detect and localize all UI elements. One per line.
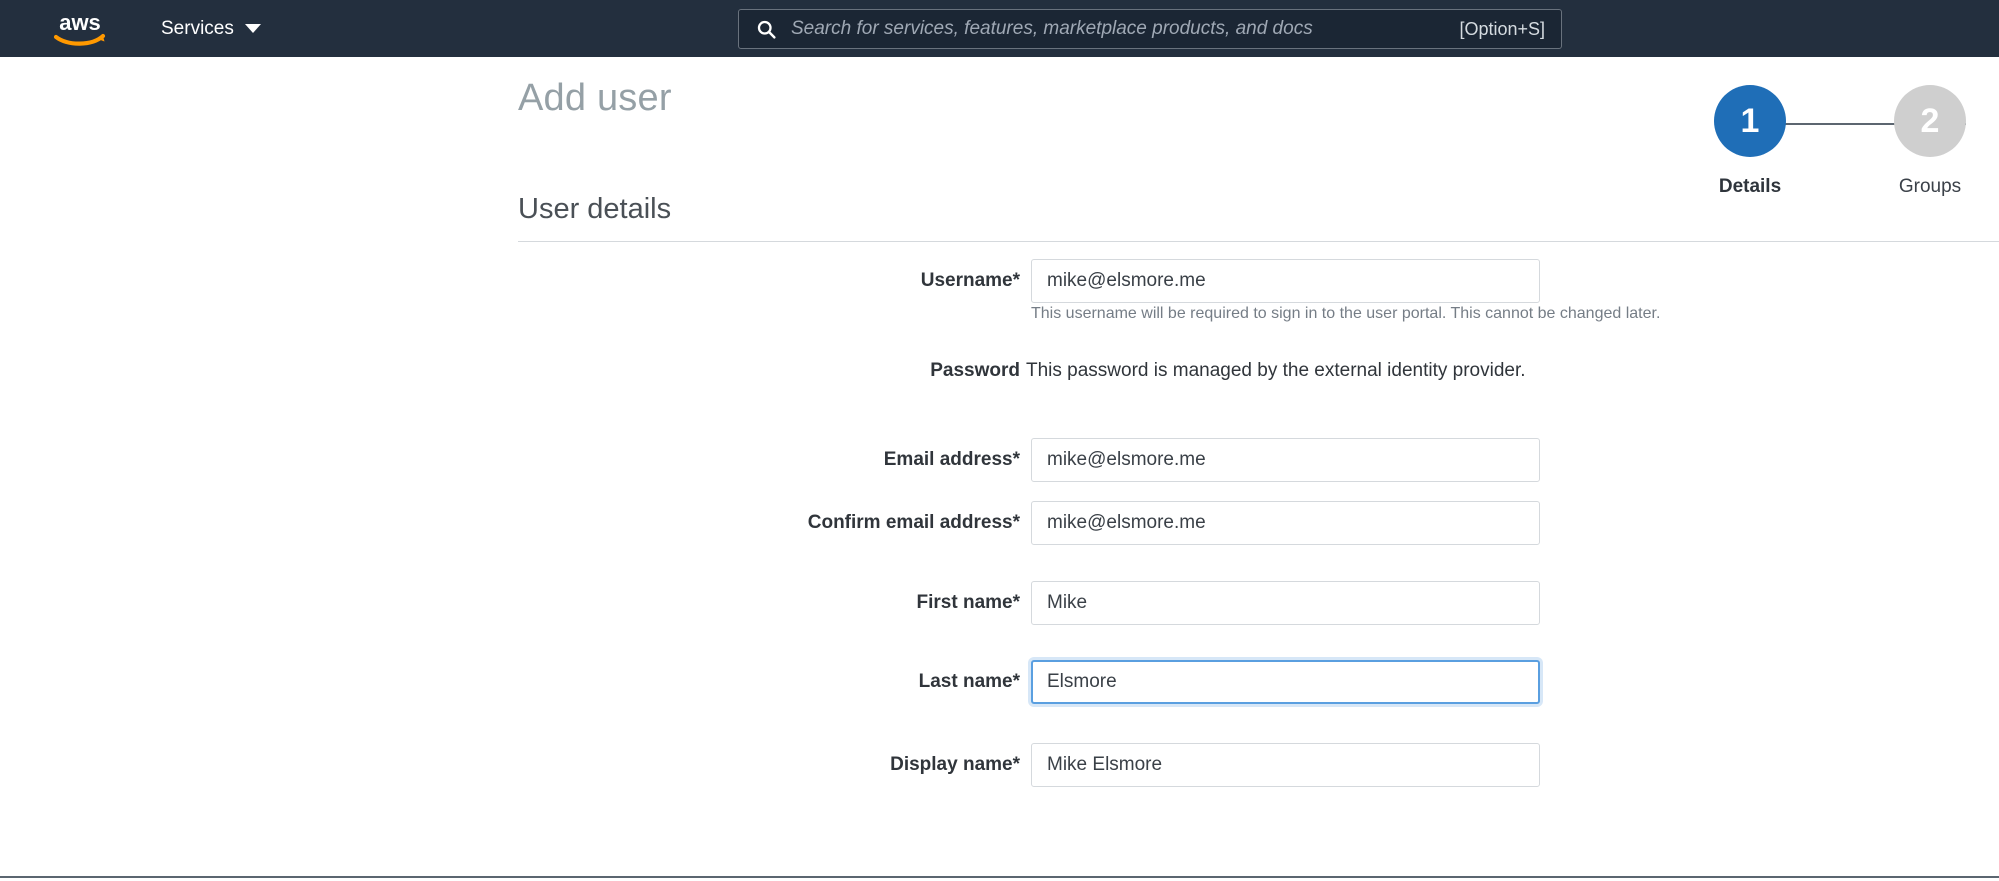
- form-row-username: Username* This username will be required…: [0, 259, 1999, 322]
- email-input[interactable]: [1031, 438, 1540, 482]
- last-name-label: Last name*: [918, 671, 1020, 692]
- step-1-circle: 1: [1714, 85, 1786, 157]
- section-title-user-details: User details: [518, 193, 672, 225]
- display-name-label: Display name*: [890, 754, 1020, 775]
- aws-logo-icon[interactable]: aws: [48, 8, 112, 48]
- step-1-label: Details: [1718, 176, 1782, 197]
- form-row-confirm-email: Confirm email address*: [0, 501, 1999, 545]
- first-name-field-wrap: [1031, 581, 1540, 625]
- last-name-field-wrap: [1031, 660, 1540, 704]
- email-label: Email address*: [883, 449, 1020, 470]
- global-search-input[interactable]: Search for services, features, marketpla…: [738, 9, 1562, 49]
- footer-divider: [0, 876, 1999, 878]
- username-field-wrap: [1031, 259, 1540, 303]
- step-wizard: 1 Details 2 Groups: [1650, 75, 1999, 225]
- confirm-email-label: Confirm email address*: [807, 512, 1020, 533]
- username-label: Username*: [920, 270, 1020, 291]
- last-name-input[interactable]: [1031, 660, 1540, 704]
- first-name-input[interactable]: [1031, 581, 1540, 625]
- password-managed-text: This password is managed by the external…: [1026, 360, 1526, 381]
- email-field-wrap: [1031, 438, 1540, 482]
- display-name-input[interactable]: [1031, 743, 1540, 787]
- services-menu-button[interactable]: Services: [155, 0, 267, 57]
- form-row-password: Password This password is managed by the…: [0, 349, 1999, 393]
- step-2-number: 2: [1920, 102, 1940, 140]
- password-value-wrap: This password is managed by the external…: [1026, 349, 1526, 393]
- search-placeholder-text: Search for services, features, marketpla…: [791, 18, 1313, 39]
- services-menu-label: Services: [161, 17, 234, 39]
- search-shortcut-hint: [Option+S]: [1459, 18, 1545, 39]
- form-row-email: Email address*: [0, 438, 1999, 482]
- wizard-step-groups[interactable]: 2 Groups: [1870, 75, 1990, 198]
- step-1-number: 1: [1740, 102, 1760, 140]
- step-2-label: Groups: [1898, 176, 1962, 197]
- form-row-display-name: Display name*: [0, 743, 1999, 787]
- step-2-circle: 2: [1894, 85, 1966, 157]
- top-navigation-bar: aws Services Search for services, featur…: [0, 0, 1999, 57]
- wizard-step-details[interactable]: 1 Details: [1690, 75, 1810, 198]
- form-row-first-name: First name*: [0, 581, 1999, 625]
- chevron-down-icon: [244, 24, 261, 33]
- display-name-field-wrap: [1031, 743, 1540, 787]
- confirm-email-input[interactable]: [1031, 501, 1540, 545]
- username-hint: This username will be required to sign i…: [1031, 305, 1661, 322]
- page-title: Add user: [518, 77, 672, 119]
- section-divider: [518, 241, 1999, 242]
- username-input[interactable]: [1031, 259, 1540, 303]
- first-name-label: First name*: [916, 592, 1020, 613]
- svg-text:aws: aws: [59, 10, 101, 35]
- confirm-email-field-wrap: [1031, 501, 1540, 545]
- search-icon: [757, 20, 776, 39]
- form-row-last-name: Last name*: [0, 660, 1999, 704]
- page-content: Add user 1 Details 2 Groups User details…: [0, 57, 1999, 881]
- password-label: Password: [930, 360, 1020, 381]
